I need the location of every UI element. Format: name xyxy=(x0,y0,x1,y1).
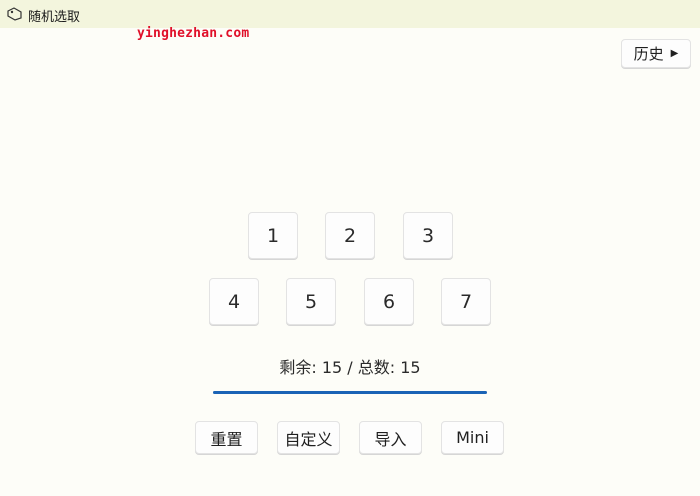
progress-bar-fill xyxy=(213,391,487,394)
window-title: 随机选取 xyxy=(28,10,81,25)
number-tile-7[interactable]: 7 xyxy=(441,278,491,325)
number-tile-2[interactable]: 2 xyxy=(325,212,375,259)
progress-bar xyxy=(213,391,487,394)
title-bar: 随机选取 xyxy=(0,0,700,28)
number-tile-3[interactable]: 3 xyxy=(403,212,453,259)
number-tile-5[interactable]: 5 xyxy=(286,278,336,325)
number-tile-1[interactable]: 1 xyxy=(248,212,298,259)
watermark-text: yinghezhan.com xyxy=(137,26,250,41)
app-tag-icon xyxy=(7,7,22,21)
reset-button[interactable]: 重置 xyxy=(195,421,258,454)
custom-button[interactable]: 自定义 xyxy=(277,421,340,454)
number-tile-4[interactable]: 4 xyxy=(209,278,259,325)
history-button[interactable]: 历史 ▶ xyxy=(621,39,691,68)
mini-button[interactable]: Mini xyxy=(441,421,504,454)
remaining-total-status: 剩余: 15 / 总数: 15 xyxy=(279,358,421,377)
play-arrow-icon: ▶ xyxy=(670,48,679,59)
history-label: 历史 xyxy=(633,45,664,63)
number-tile-6[interactable]: 6 xyxy=(364,278,414,325)
import-button[interactable]: 导入 xyxy=(359,421,422,454)
